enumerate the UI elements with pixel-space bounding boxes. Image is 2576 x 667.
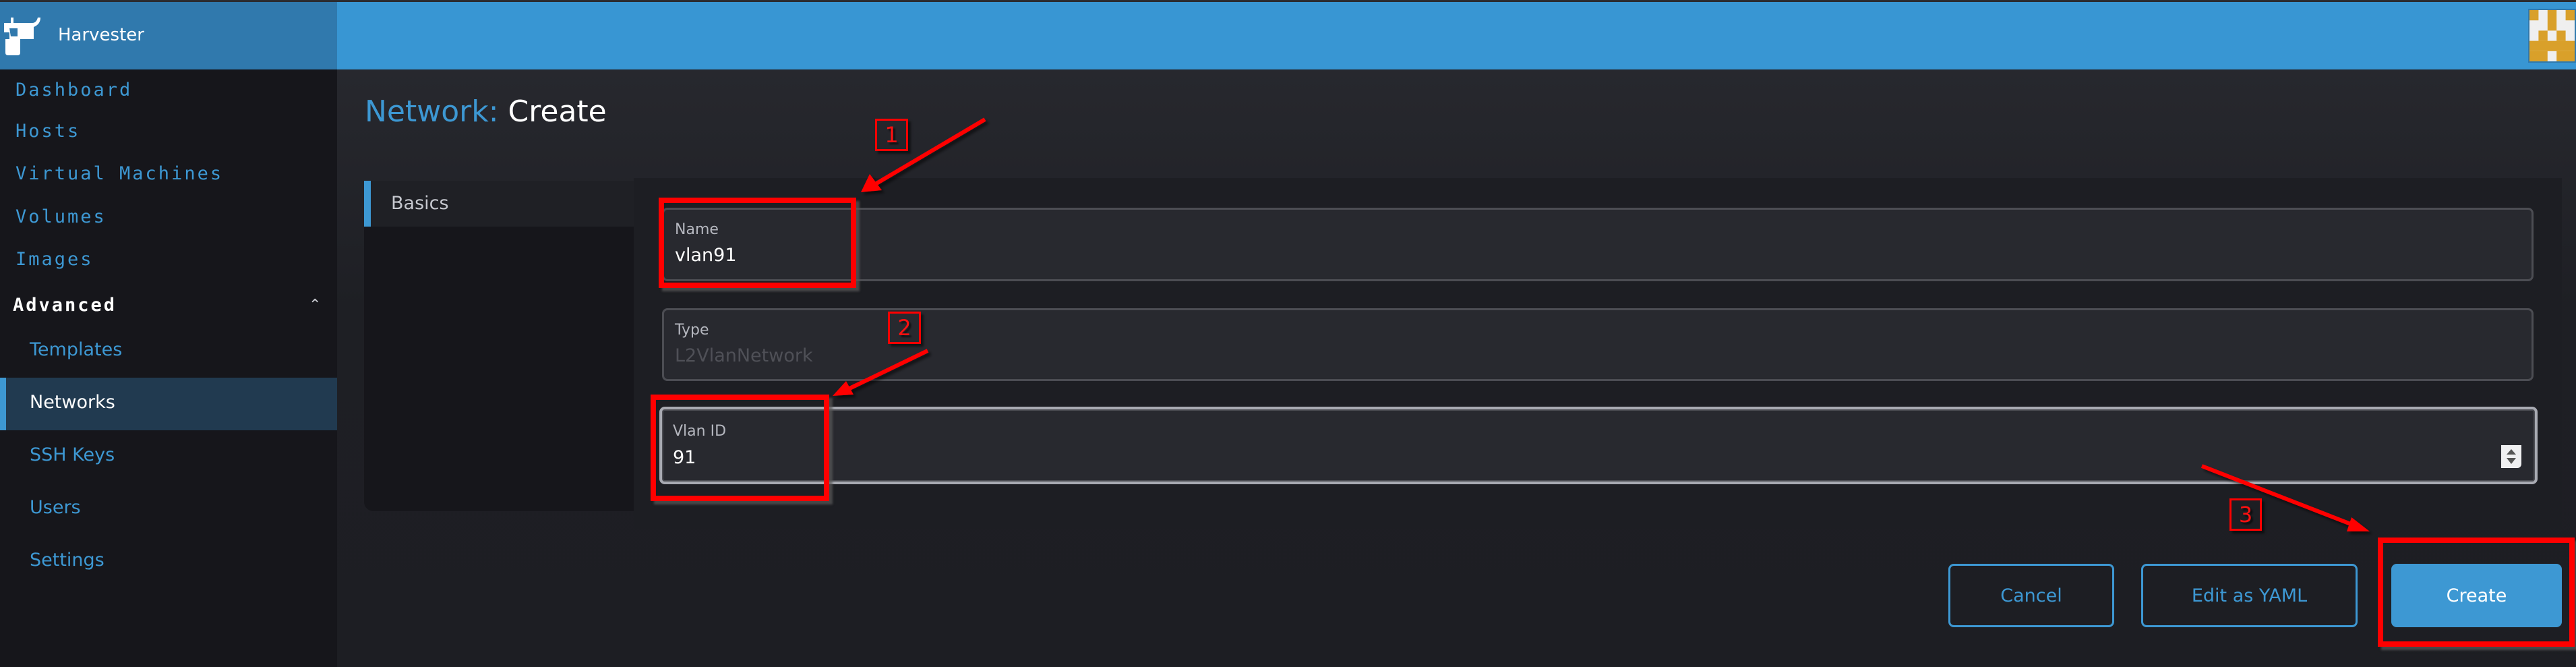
arrow-step-2 <box>833 349 929 396</box>
arrow-step-1 <box>861 117 986 192</box>
annotation-arrows <box>833 117 2370 531</box>
arrow-step-3 <box>2200 464 2370 531</box>
